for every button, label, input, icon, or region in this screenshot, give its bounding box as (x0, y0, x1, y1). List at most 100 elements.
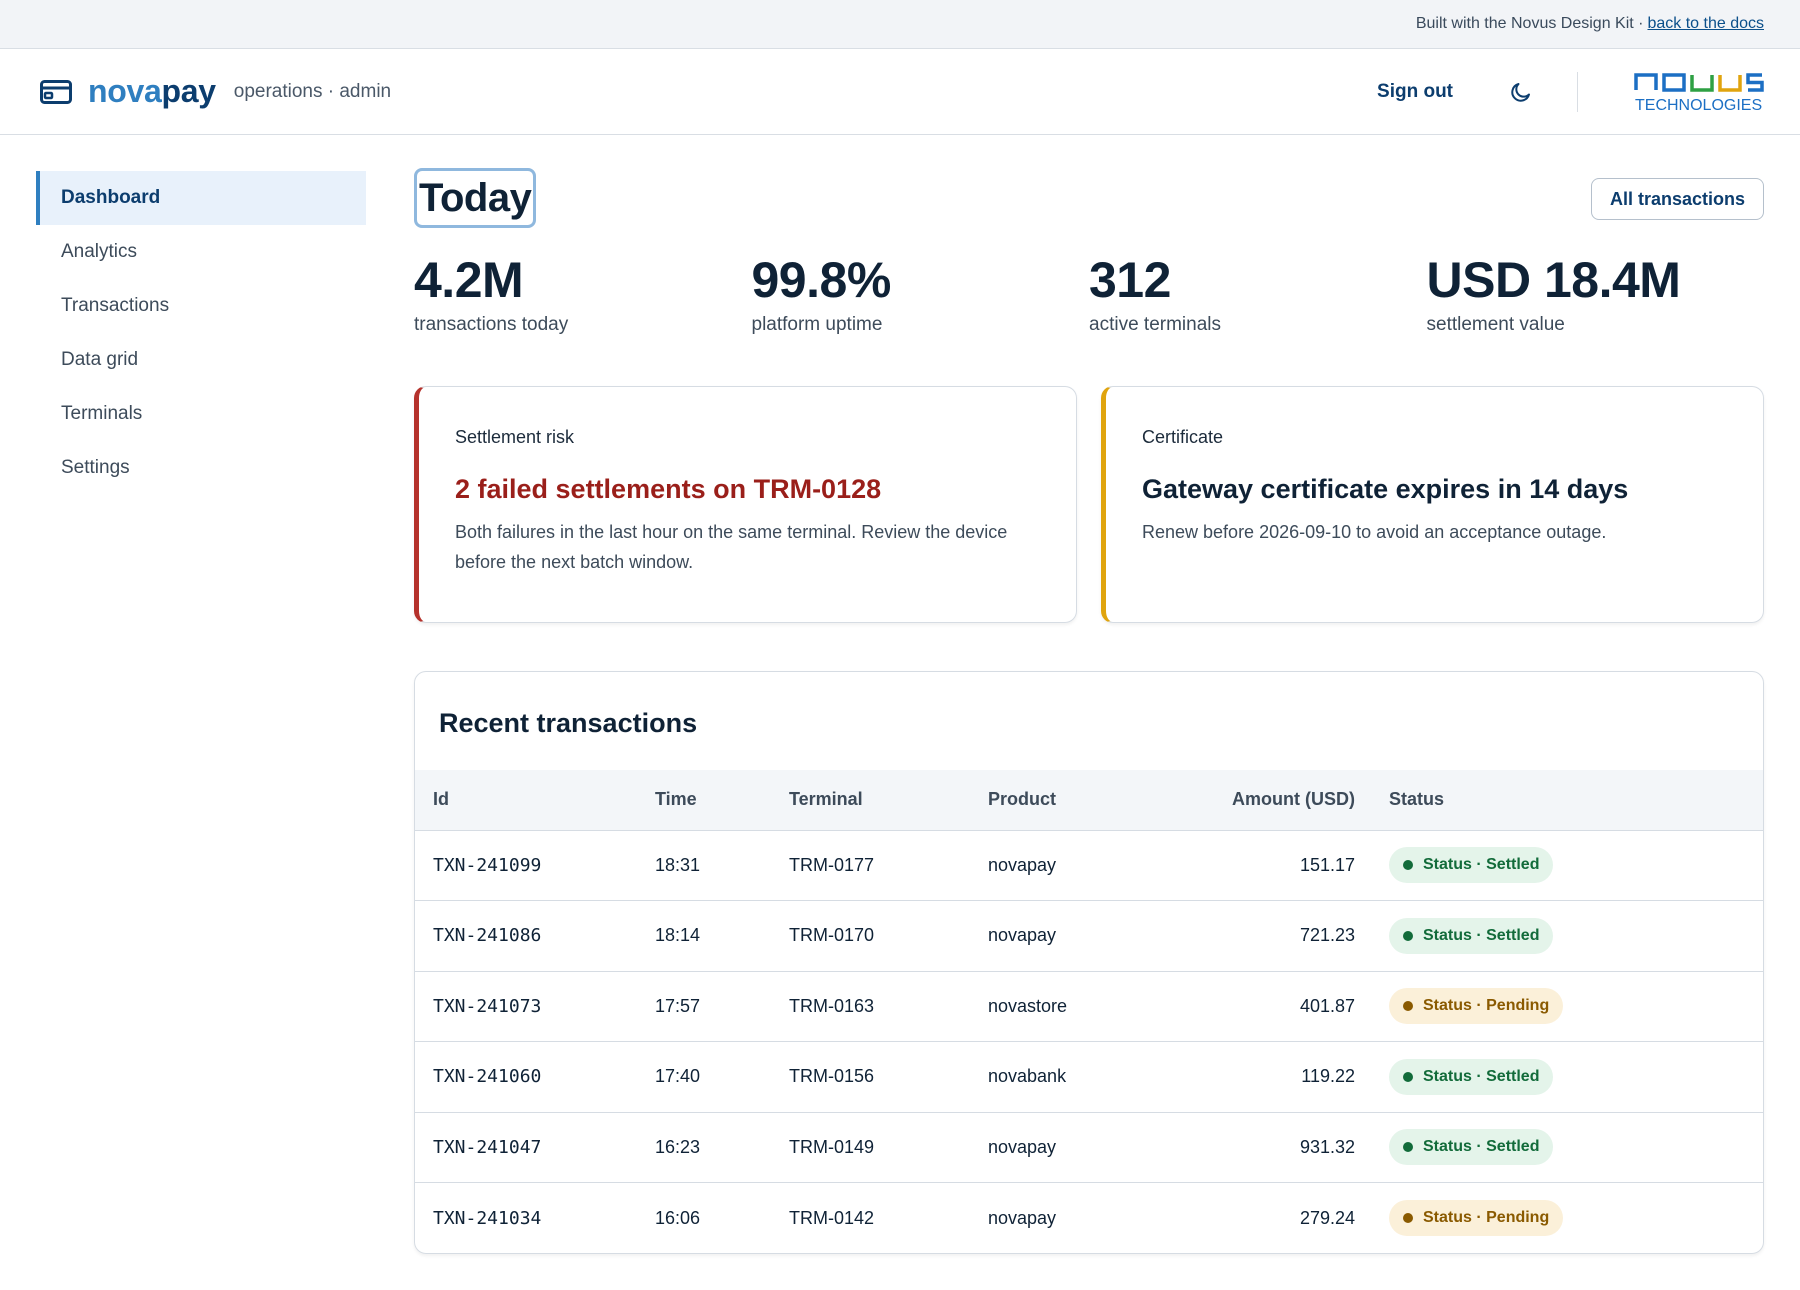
recent-transactions-card: Recent transactions Id Time Terminal Pro… (414, 671, 1764, 1254)
page-title: Today (414, 168, 537, 228)
cell-terminal: TRM-0149 (789, 1112, 988, 1183)
cell-time: 16:06 (655, 1207, 701, 1228)
sidebar-item-data-grid[interactable]: Data grid (36, 333, 366, 387)
sidebar-item-settings[interactable]: Settings (36, 441, 366, 495)
column-header-terminal[interactable]: Terminal (789, 770, 988, 831)
stat-label: transactions today (414, 314, 569, 335)
stats-row: 4.2M transactions today 99.8% platform u… (414, 252, 1764, 336)
cell-product: novapay (988, 900, 1159, 972)
status-text: Status · Settled (1423, 1138, 1540, 1156)
stat-settlement: USD 18.4M settlement value (1427, 252, 1765, 336)
status-text: Status · Settled (1423, 856, 1540, 874)
status-badge: Status · Pending (1389, 1200, 1564, 1236)
cell-id: TXN-241086 (415, 900, 655, 972)
cell-amount: 721.23 (1159, 900, 1389, 972)
table-row[interactable]: TXN-241047 16:23 TRM-0149 novapay 931.32 Stat… (415, 1112, 1763, 1183)
column-header-id[interactable]: Id (415, 770, 655, 831)
cell-time: 18:31 (655, 830, 789, 901)
table-row[interactable]: TXN-241073 17:57 TRM-0163 novastore 401.87 St… (415, 971, 1763, 1042)
cell-status: Status · Settled (1389, 900, 1763, 972)
alert-kicker: Certificate (1142, 427, 1224, 447)
brand-name-part-1: nova (88, 73, 162, 109)
cell-product: novapay (988, 1207, 1057, 1228)
alert-title: Gateway certificate expires in 14 days (1142, 474, 1629, 504)
status-badge: Status · Pending (1389, 988, 1564, 1025)
cell-id: TXN-241060 (415, 1041, 655, 1113)
top-banner: Built with the Novus Design Kit · back t… (0, 0, 1800, 49)
status-dot-icon (1403, 1213, 1413, 1223)
cell-amount: 151.17 (1159, 830, 1389, 901)
status-dot-icon (1403, 1001, 1413, 1012)
column-header-amount[interactable]: Amount (USD) (1159, 770, 1389, 831)
app-header: novapay operations · admin Sign out TECH… (0, 49, 1800, 135)
status-text: Status · Pending (1423, 997, 1550, 1015)
novus-logo: TECHNOLOGIES (1634, 72, 1764, 114)
cell-terminal: TRM-0142 (789, 1207, 875, 1228)
card-icon (40, 79, 72, 104)
cell-amount: 401.87 (1159, 971, 1389, 1042)
stat-label: platform uptime (751, 314, 883, 335)
cell-status: Status · Pending (1389, 971, 1763, 1042)
table-row[interactable]: TXN-241060 17:40 TRM-0156 novabank 119.22 Sta… (415, 1041, 1763, 1113)
brand-name-part-2: pay (161, 73, 217, 109)
cell-terminal: TRM-0177 (789, 830, 988, 901)
sidebar-nav: Dashboard Analytics Transactions Data gr… (36, 171, 366, 495)
status-dot-icon (1403, 1142, 1413, 1153)
sidebar-item-analytics[interactable]: Analytics (36, 225, 366, 279)
status-badge: Status · Settled (1389, 847, 1554, 884)
all-transactions-button[interactable]: All transactions (1590, 178, 1764, 220)
cell-id: TXN-241034 (433, 1207, 542, 1229)
certificate-alert: Certificate Gateway certificate expires … (1101, 386, 1764, 623)
alert-kicker: Settlement risk (455, 427, 575, 447)
table-row[interactable]: TXN-241034 16:06 TRM-0142 novapay 279.24 Stat… (415, 1183, 1763, 1254)
cell-terminal: TRM-0156 (789, 1041, 988, 1113)
stat-value: USD 18.4M (1426, 252, 1681, 308)
alert-body: Both failures in the last hour on the sa… (455, 522, 1008, 572)
status-dot-icon (1403, 1071, 1413, 1082)
column-header-time[interactable]: Time (655, 770, 789, 831)
cell-status: Status · Settled (1389, 830, 1763, 901)
logo-subtext: TECHNOLOGIES (1635, 97, 1762, 114)
cell-time: 18:14 (655, 900, 789, 972)
cell-product: novapay (988, 1112, 1159, 1183)
sign-out-button[interactable]: Sign out (1377, 81, 1453, 103)
table-row[interactable]: TXN-241099 18:31 TRM-0177 novapay 151.17 Stat… (415, 830, 1763, 901)
cell-product: novabank (988, 1041, 1159, 1113)
cell-id: TXN-241047 (415, 1112, 655, 1183)
table-header-row: Id Time Terminal Product Amount (USD) St… (415, 770, 1763, 831)
stat-uptime: 99.8% platform uptime (752, 252, 1090, 336)
status-text: Status · Settled (1423, 926, 1540, 944)
brand[interactable]: novapay operations · admin (40, 73, 391, 110)
status-badge: Status · Settled (1389, 917, 1554, 954)
stat-transactions: 4.2M transactions today (414, 252, 752, 336)
settlement-risk-alert: Settlement risk 2 failed settlements on … (414, 386, 1077, 623)
status-text: Status · Pending (1423, 1209, 1550, 1226)
back-to-docs-link[interactable]: back to the docs (1647, 15, 1764, 33)
cell-product: novapay (988, 830, 1159, 901)
main-content: Today All transactions 4.2M transactions… (414, 168, 1764, 1254)
cell-amount: 931.32 (1159, 1112, 1389, 1183)
cell-time: 17:57 (655, 971, 789, 1042)
status-dot-icon (1403, 930, 1413, 941)
moon-icon[interactable] (1509, 80, 1533, 104)
brand-subtitle: operations · admin (233, 80, 392, 102)
sidebar-item-dashboard[interactable]: Dashboard (36, 171, 366, 225)
cell-id: TXN-241073 (415, 971, 655, 1042)
cell-status: Status · Settled (1389, 1041, 1763, 1113)
cell-time: 16:23 (655, 1112, 789, 1183)
table-row[interactable]: TXN-241086 18:14 TRM-0170 novapay 721.23 Stat… (415, 900, 1763, 972)
stat-value: 312 (1089, 252, 1171, 308)
cell-status: Status · Settled (1389, 1112, 1763, 1183)
alert-body: Renew before 2026-09-10 to avoid an acce… (1142, 522, 1607, 542)
status-text: Status · Settled (1423, 1067, 1540, 1085)
recent-transactions-title: Recent transactions (439, 708, 698, 738)
brand-name: novapay (88, 73, 216, 110)
column-header-status[interactable]: Status (1389, 770, 1763, 831)
alerts-row: Settlement risk 2 failed settlements on … (414, 386, 1764, 623)
sidebar-item-terminals[interactable]: Terminals (36, 387, 366, 441)
cell-terminal: TRM-0170 (789, 900, 988, 972)
column-header-product[interactable]: Product (988, 770, 1159, 831)
sidebar-item-transactions[interactable]: Transactions (36, 279, 366, 333)
banner-text: Built with the Novus Design Kit · (1415, 15, 1644, 32)
stat-label: settlement value (1426, 314, 1565, 335)
